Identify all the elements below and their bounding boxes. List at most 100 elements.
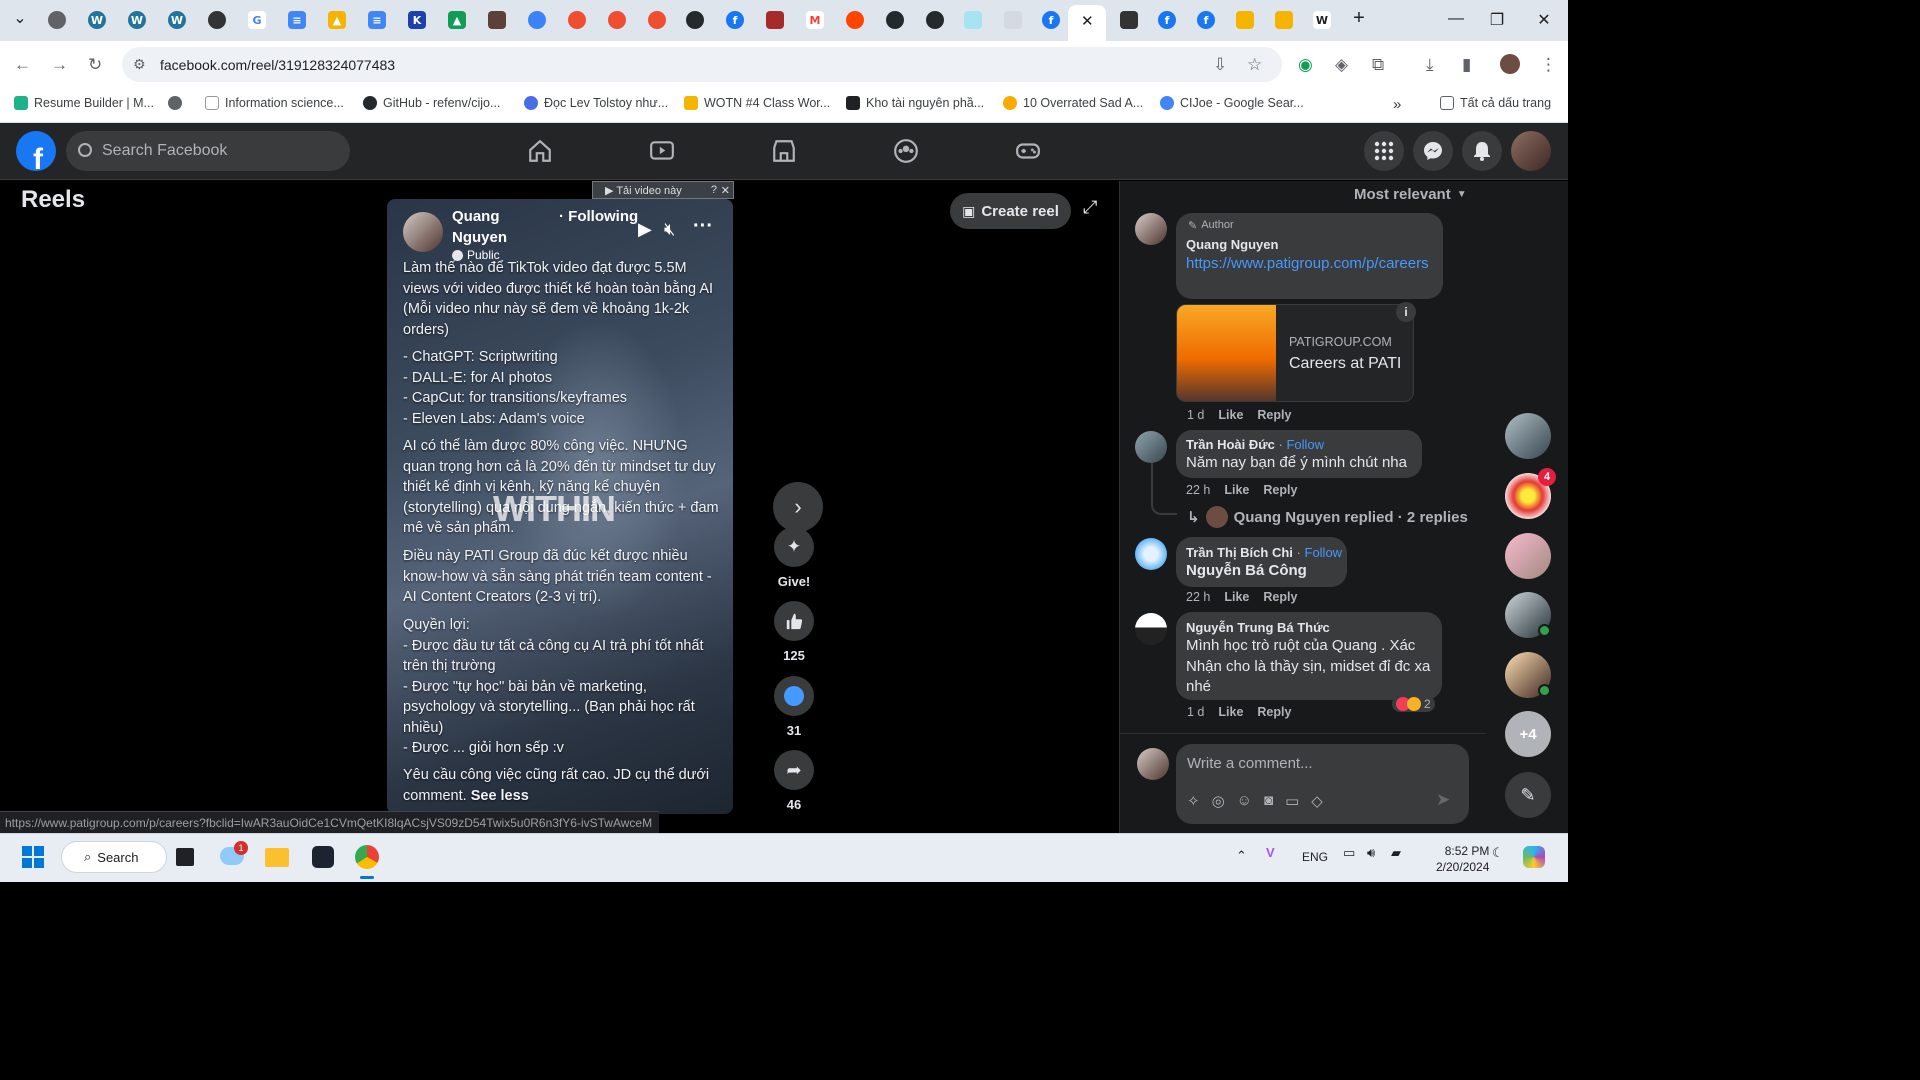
- drive-tab-icon[interactable]: ▲: [328, 11, 346, 29]
- gif-icon[interactable]: ▭: [1285, 792, 1299, 810]
- file-explorer-icon[interactable]: [265, 848, 289, 867]
- copilot-icon[interactable]: [1523, 846, 1545, 868]
- minimize-icon[interactable]: —: [1441, 10, 1471, 28]
- following-label[interactable]: · Following: [559, 208, 638, 225]
- commenter-name[interactable]: Nguyễn Trung Bá Thức: [1186, 620, 1330, 635]
- tray-app-icon[interactable]: V: [1266, 845, 1275, 860]
- follow-link[interactable]: Follow: [1286, 437, 1324, 452]
- close-window-icon[interactable]: ✕: [1529, 10, 1559, 30]
- github-tab-icon[interactable]: [686, 11, 704, 29]
- info-icon[interactable]: i: [1396, 302, 1416, 322]
- task-view-icon[interactable]: [176, 848, 194, 866]
- tray-chevron-icon[interactable]: ⌃: [1236, 848, 1247, 864]
- wordpress-tab-icon[interactable]: W: [168, 11, 186, 29]
- contact-avatar[interactable]: [1505, 413, 1551, 459]
- grammarly-icon[interactable]: ◉: [1298, 55, 1313, 75]
- like-link[interactable]: Like: [1224, 590, 1249, 604]
- notifications-bell-icon[interactable]: [1462, 131, 1502, 171]
- sort-dropdown[interactable]: Most relevant ▼: [1354, 186, 1467, 203]
- see-less-link[interactable]: See less: [471, 788, 529, 804]
- commenter-avatar[interactable]: [1135, 613, 1167, 645]
- commenter-avatar[interactable]: [1135, 213, 1167, 245]
- bookmark-item[interactable]: Kho tài nguyên phầ...: [846, 96, 984, 110]
- bookmark-item[interactable]: GitHub - refenv/cijo...: [363, 96, 500, 110]
- slides-tab-icon[interactable]: [1275, 11, 1293, 29]
- reply-link[interactable]: Reply: [1257, 705, 1291, 719]
- sticker-icon[interactable]: ◎: [1212, 792, 1225, 810]
- bookmark-star-icon[interactable]: ☆: [1247, 55, 1262, 75]
- wordpress-tab-icon[interactable]: W: [88, 11, 106, 29]
- next-reel-button[interactable]: ›: [773, 482, 823, 532]
- reply-link[interactable]: Reply: [1257, 408, 1291, 422]
- messenger-icon[interactable]: [1413, 131, 1453, 171]
- back-icon[interactable]: ←: [14, 55, 31, 75]
- install-app-icon[interactable]: ⇩: [1213, 55, 1227, 75]
- github-tab-icon[interactable]: [886, 11, 904, 29]
- facebook-logo[interactable]: f: [16, 131, 56, 171]
- bookmark-item[interactable]: Information science...: [205, 96, 344, 110]
- site-info-icon[interactable]: ⚙: [133, 56, 146, 73]
- commenter-avatar[interactable]: [1135, 538, 1167, 570]
- language-indicator[interactable]: ENG: [1302, 850, 1328, 864]
- penguin-tab-icon[interactable]: [208, 11, 226, 29]
- smallpdf-tab-icon[interactable]: [608, 11, 626, 29]
- photo-tab-icon[interactable]: [488, 11, 506, 29]
- give-button[interactable]: ✦: [774, 527, 814, 567]
- groups-icon[interactable]: [893, 138, 919, 164]
- all-bookmarks[interactable]: Tất cả dấu trang: [1440, 96, 1551, 110]
- puzzle-tab-icon[interactable]: [964, 11, 982, 29]
- comment-link[interactable]: https://www.patigroup.com/p/careers: [1186, 254, 1436, 275]
- gmail-tab-icon[interactable]: M: [806, 11, 824, 29]
- gaming-icon[interactable]: [1015, 138, 1041, 164]
- like-link[interactable]: Like: [1218, 705, 1243, 719]
- shield-sticker-icon[interactable]: ◇: [1311, 792, 1323, 810]
- close-icon[interactable]: ✕: [721, 184, 730, 197]
- view-replies-link[interactable]: ↳ Quang Nguyen replied · 2 replies: [1187, 506, 1468, 528]
- camera-icon[interactable]: ◙: [1264, 792, 1273, 810]
- author-avatar[interactable]: [403, 212, 443, 252]
- account-avatar[interactable]: [1511, 131, 1551, 171]
- author-name[interactable]: Quang Nguyen: [452, 207, 507, 248]
- reload-icon[interactable]: ↻: [88, 55, 102, 75]
- volume-icon[interactable]: 🔊︎: [1367, 845, 1375, 861]
- play-icon[interactable]: ▶: [638, 219, 652, 240]
- bookmark-item[interactable]: CIJoe - Google Sear...: [1160, 96, 1304, 110]
- commenter-name[interactable]: Trần Thị Bích Chi: [1186, 545, 1293, 560]
- chrome-menu-icon[interactable]: ⋮: [1540, 55, 1557, 75]
- docs-tab-icon[interactable]: ≡: [368, 11, 386, 29]
- k-tab-icon[interactable]: K: [408, 11, 426, 29]
- comment-button[interactable]: [774, 676, 814, 716]
- write-comment-input[interactable]: Write a comment...: [1187, 755, 1313, 772]
- more-contacts-avatar[interactable]: +4: [1505, 711, 1551, 757]
- commenter-name[interactable]: Trần Hoài Đức: [1186, 437, 1275, 452]
- reaction-summary[interactable]: 2: [1392, 696, 1435, 712]
- mute-icon[interactable]: 🔇︎: [664, 219, 675, 240]
- emoji-icon[interactable]: ☺: [1237, 792, 1252, 810]
- focus-assist-icon[interactable]: ☾: [1492, 845, 1504, 861]
- terminal-app-icon[interactable]: [312, 846, 334, 868]
- bookmarks-overflow-icon[interactable]: »: [1393, 96, 1401, 113]
- wikipedia-tab-icon[interactable]: W: [1313, 11, 1331, 29]
- send-icon[interactable]: ➤: [1436, 790, 1450, 810]
- reply-link[interactable]: Reply: [1263, 590, 1297, 604]
- menu-grid-icon[interactable]: [1364, 131, 1404, 171]
- windows-start-icon[interactable]: [22, 846, 44, 868]
- profile-avatar[interactable]: [1500, 54, 1520, 74]
- forward-icon[interactable]: →: [51, 55, 68, 75]
- like-link[interactable]: Like: [1224, 483, 1249, 497]
- wordpress-tab-icon[interactable]: W: [128, 11, 146, 29]
- avatar-sticker-icon[interactable]: ✧: [1187, 792, 1200, 810]
- commenter-avatar[interactable]: [1135, 431, 1167, 463]
- tab-search-icon[interactable]: ⌄: [5, 8, 35, 28]
- downloads-icon[interactable]: ⤓: [1426, 55, 1434, 75]
- clock[interactable]: 8:52 PM 2/20/2024: [1436, 843, 1489, 875]
- close-tab-icon[interactable]: ✕: [1081, 12, 1094, 30]
- link-preview-card[interactable]: PATIGROUP.COM Careers at PATI: [1176, 304, 1414, 402]
- active-tab[interactable]: ✕: [1068, 5, 1106, 41]
- smallpdf-tab-icon[interactable]: [648, 11, 666, 29]
- fullscreen-icon[interactable]: ⤢: [1083, 197, 1097, 218]
- chrome-taskbar-icon[interactable]: [355, 845, 379, 869]
- maximize-icon[interactable]: ❐: [1482, 10, 1512, 30]
- bookmark-item[interactable]: Đọc Lev Tolstoy như...: [524, 96, 668, 110]
- google-tab-icon[interactable]: G: [248, 11, 266, 29]
